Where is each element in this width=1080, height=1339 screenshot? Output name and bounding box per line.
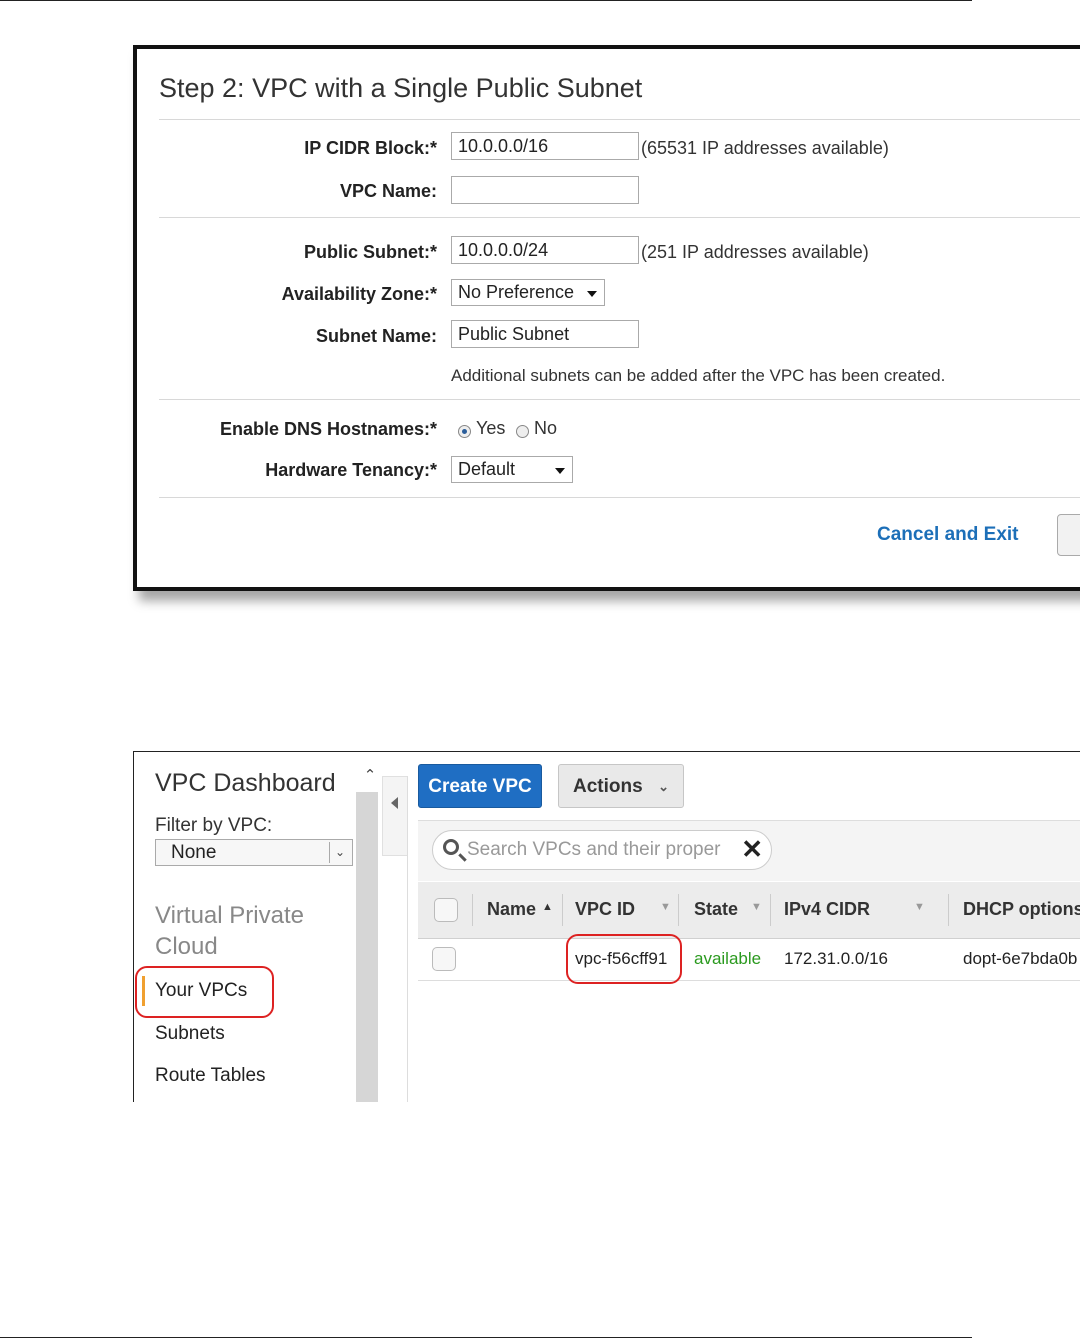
- dns-yes-label: Yes: [476, 418, 506, 438]
- search-input[interactable]: [467, 837, 737, 863]
- filter-by-vpc-select[interactable]: None ⌄: [155, 839, 353, 866]
- dns-no-label: No: [534, 418, 558, 438]
- collapse-sidebar-toggle[interactable]: [382, 776, 408, 856]
- actions-button[interactable]: Actions ⌄: [558, 764, 684, 808]
- subnet-note: Additional subnets can be added after th…: [451, 366, 946, 385]
- row-checkbox[interactable]: [432, 947, 456, 971]
- dns-no-radio[interactable]: [516, 425, 529, 438]
- sort-icon[interactable]: ▼: [751, 901, 762, 913]
- create-vpc-button[interactable]: Create VPC: [418, 764, 542, 808]
- availability-zone-select[interactable]: No Preference: [451, 279, 605, 306]
- chevron-down-icon: [587, 291, 597, 297]
- column-header-name[interactable]: Name: [487, 899, 536, 920]
- select-all-checkbox[interactable]: [434, 898, 458, 922]
- subnet-name-label: Subnet Name:: [315, 326, 437, 346]
- sidebar-item-route-tables[interactable]: Route Tables: [155, 1065, 266, 1087]
- divider: [159, 119, 1080, 120]
- next-button[interactable]: [1057, 514, 1080, 556]
- search-icon: [443, 839, 459, 855]
- column-separator: [472, 894, 473, 926]
- hardware-tenancy-label: Hardware Tenancy:*: [265, 460, 437, 480]
- vpc-wizard-panel: Step 2: VPC with a Single Public Subnet …: [133, 45, 1080, 591]
- search-box[interactable]: ✕: [432, 830, 772, 870]
- clear-search-icon[interactable]: ✕: [741, 834, 763, 864]
- dns-hostnames-label: Enable DNS Hostnames:*: [219, 419, 437, 439]
- column-header-state[interactable]: State: [694, 899, 738, 920]
- sort-icon[interactable]: ▼: [660, 901, 671, 913]
- highlight-oval: [566, 934, 682, 984]
- table-header: Name ▲ VPC ID ▼ State ▼ IPv4 CIDR ▼ DHCP…: [418, 882, 1080, 939]
- vpc-name-input[interactable]: [451, 176, 639, 204]
- vpc-name-label: VPC Name:: [339, 181, 437, 201]
- availability-zone-label: Availability Zone:*: [281, 284, 437, 304]
- sidebar-title: VPC Dashboard: [155, 769, 336, 797]
- hardware-tenancy-value: Default: [458, 459, 516, 479]
- vpc-console: VPC Dashboard ⌃ Filter by VPC: None ⌄ Vi…: [133, 751, 1080, 1102]
- public-subnet-input[interactable]: [451, 236, 639, 264]
- column-header-ipv4-cidr[interactable]: IPv4 CIDR: [784, 899, 870, 920]
- public-subnet-hint: (251 IP addresses available): [641, 242, 869, 262]
- highlight-oval: [135, 966, 274, 1018]
- page-bottom-rule: [0, 1337, 972, 1338]
- section-heading-line: Cloud: [155, 933, 218, 960]
- section-heading-line: Virtual Private: [155, 902, 304, 929]
- subnet-name-input[interactable]: [451, 320, 639, 348]
- column-separator: [678, 894, 679, 926]
- hardware-tenancy-select[interactable]: Default: [451, 456, 573, 483]
- divider: [159, 217, 1080, 218]
- sort-ascending-icon[interactable]: ▲: [542, 901, 553, 913]
- sort-icon[interactable]: ▼: [914, 901, 925, 913]
- collapse-left-icon: [391, 797, 398, 809]
- cell-ipv4-cidr: 172.31.0.0/16: [784, 949, 888, 968]
- cell-state: available: [694, 949, 762, 968]
- wizard-title: Step 2: VPC with a Single Public Subnet: [159, 73, 643, 103]
- chevron-down-icon: [555, 468, 565, 474]
- dns-yes-radio[interactable]: [458, 425, 471, 438]
- section-heading-virtual-private-cloud: Virtual Private Cloud: [155, 900, 304, 962]
- availability-zone-value: No Preference: [458, 282, 575, 302]
- filter-by-vpc-value: None: [171, 842, 217, 863]
- sidebar-scrollbar[interactable]: [356, 792, 378, 1102]
- chevron-down-icon: ⌄: [329, 842, 350, 863]
- cell-dhcp-options: dopt-6e7bda0b: [963, 949, 1078, 968]
- cancel-and-exit-link[interactable]: Cancel and Exit: [877, 524, 1019, 546]
- divider: [159, 497, 1080, 498]
- scroll-up-icon[interactable]: ⌃: [360, 766, 380, 786]
- column-header-vpc-id[interactable]: VPC ID: [575, 899, 635, 920]
- column-header-dhcp-options[interactable]: DHCP options: [963, 899, 1080, 920]
- actions-label: Actions: [573, 776, 643, 797]
- panel-divider: [407, 776, 408, 1102]
- page-top-rule: [0, 0, 972, 1]
- column-separator: [562, 894, 563, 926]
- ip-cidr-input[interactable]: [451, 132, 639, 160]
- chevron-down-icon: ⌄: [658, 779, 669, 794]
- table-row[interactable]: vpc-f56cff91 available 172.31.0.0/16 dop…: [418, 940, 1080, 981]
- column-separator: [948, 894, 949, 926]
- filter-by-vpc-label: Filter by VPC:: [155, 815, 273, 836]
- sidebar-item-subnets[interactable]: Subnets: [155, 1023, 225, 1045]
- ip-cidr-label: IP CIDR Block:*: [304, 138, 437, 158]
- column-separator: [770, 894, 771, 926]
- ip-cidr-hint: (65531 IP addresses available): [641, 138, 889, 158]
- public-subnet-label: Public Subnet:*: [303, 242, 437, 262]
- divider: [159, 399, 1080, 400]
